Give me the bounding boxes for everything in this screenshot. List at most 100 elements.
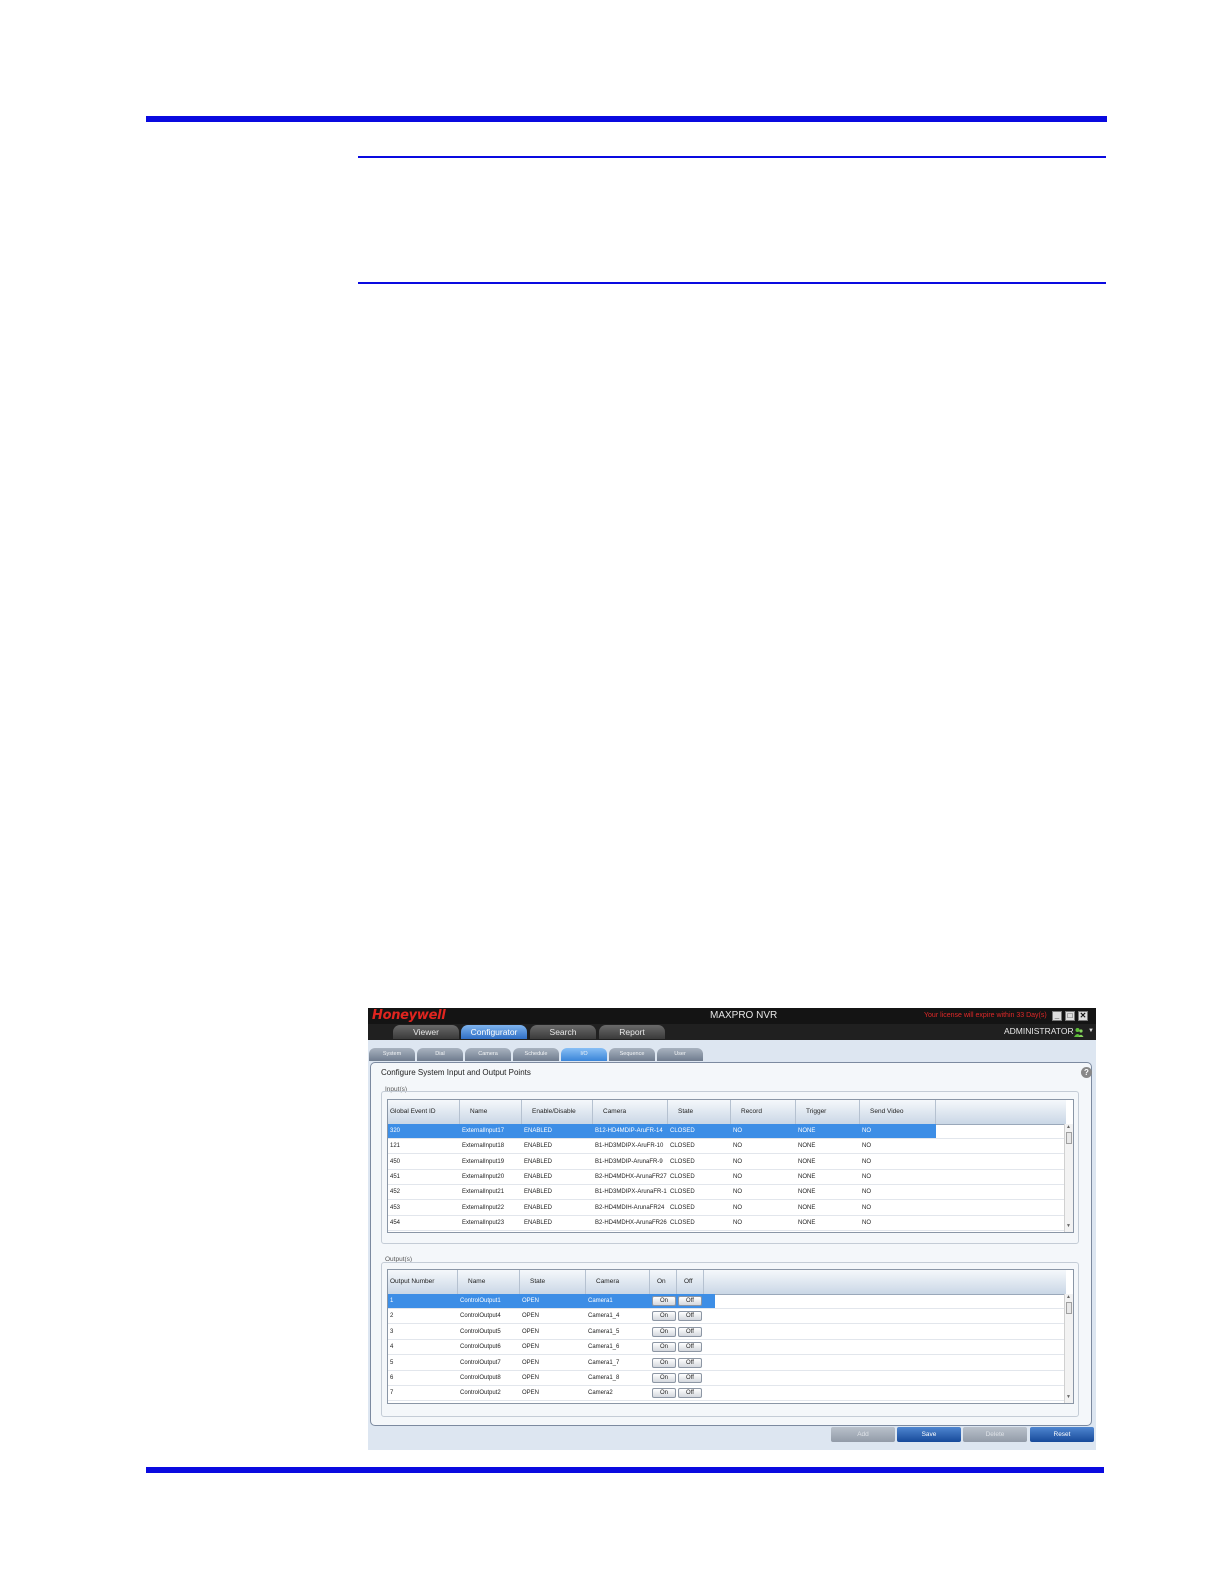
table-cell: B2-HD4MDHX-ArunaFR27 xyxy=(595,1173,667,1180)
table-row[interactable]: 452 ExternalInput21 ENABLED B1-HD3MDIPX-Aru… xyxy=(388,1185,1066,1201)
honeywell-logo: Honeywell xyxy=(372,1008,446,1023)
table-row[interactable]: 450 ExternalInput19 ENABLED B1-HD3MDIP-Arun… xyxy=(388,1155,1066,1170)
off-button[interactable]: Off xyxy=(678,1326,702,1337)
subtab-schedule[interactable]: Schedule xyxy=(513,1048,559,1061)
on-button[interactable]: On xyxy=(652,1342,676,1353)
inputs-col-header[interactable]: Send Video xyxy=(860,1100,936,1124)
table-cell: B1-HD3MDIP-ArunaFR-9 xyxy=(595,1158,663,1165)
table-row[interactable]: 451 ExternalInput20 ENABLED B2-HD4MDHX-Arun… xyxy=(388,1170,1066,1185)
table-cell: NO xyxy=(862,1173,871,1180)
table-row[interactable]: 320 ExternalInput17 ENABLED B12-HD4MDIP-Aru… xyxy=(388,1124,1066,1139)
subtab-io[interactable]: I/O xyxy=(561,1048,607,1061)
outputs-col-header[interactable]: Camera xyxy=(586,1270,650,1294)
table-cell: ControlOutput7 xyxy=(460,1359,501,1366)
table-cell: 2 xyxy=(390,1313,394,1320)
table-row[interactable]: 121 ExternalInput18 ENABLED B1-HD3MDIPX-Aru… xyxy=(388,1139,1066,1155)
on-button[interactable]: On xyxy=(652,1311,676,1322)
table-cell: ControlOutput6 xyxy=(460,1344,501,1351)
save-button[interactable]: Save xyxy=(897,1427,961,1442)
scroll-up-icon[interactable]: ▲ xyxy=(1066,1294,1071,1300)
chevron-down-icon[interactable]: ▼ xyxy=(1088,1028,1094,1034)
table-cell: 3 xyxy=(390,1328,394,1335)
table-cell: NO xyxy=(862,1158,871,1165)
scroll-down-icon[interactable]: ▼ xyxy=(1066,1394,1071,1400)
outputs-scrollbar[interactable]: ▲ ▼ xyxy=(1064,1294,1073,1403)
table-cell: NONE xyxy=(798,1189,816,1196)
table-row[interactable]: 4 ControlOutput6 OPEN Camera1_6 On Off xyxy=(388,1340,1066,1356)
off-button[interactable]: Off xyxy=(678,1388,702,1399)
outputs-col-header[interactable]: Name xyxy=(458,1270,520,1294)
table-cell: 452 xyxy=(390,1189,401,1196)
subtab-system[interactable]: System xyxy=(369,1048,415,1061)
table-cell: NONE xyxy=(798,1173,816,1180)
reset-button[interactable]: Reset xyxy=(1030,1427,1094,1442)
close-icon[interactable]: ✕ xyxy=(1078,1011,1088,1021)
outputs-col-header[interactable]: Off xyxy=(677,1270,704,1294)
outputs-col-header[interactable]: Output Number xyxy=(388,1270,458,1294)
scroll-up-icon[interactable]: ▲ xyxy=(1066,1124,1071,1130)
on-button[interactable]: On xyxy=(652,1326,676,1337)
table-cell: ENABLED xyxy=(524,1173,553,1180)
table-cell: ControlOutput8 xyxy=(460,1375,501,1381)
table-cell: CLOSED xyxy=(670,1158,695,1165)
tab-configurator[interactable]: Configurator xyxy=(461,1025,527,1039)
table-row[interactable]: 2 ControlOutput4 OPEN Camera1_4 On Off xyxy=(388,1309,1066,1325)
table-cell: NO xyxy=(733,1219,742,1226)
minimize-icon[interactable]: _ xyxy=(1052,1011,1062,1021)
table-cell: NONE xyxy=(798,1143,816,1150)
subtab-camera[interactable]: Camera xyxy=(465,1048,511,1061)
on-button[interactable]: On xyxy=(652,1373,676,1383)
table-cell: Camera1 xyxy=(588,1298,613,1304)
table-row[interactable]: 6 ControlOutput8 OPEN Camera1_8 On Off xyxy=(388,1371,1066,1386)
table-row[interactable]: 3 ControlOutput5 OPEN Camera1_5 On Off xyxy=(388,1325,1066,1340)
table-row[interactable]: 454 ExternalInput23 ENABLED B2-HD4MDHX-Arun… xyxy=(388,1216,1066,1231)
footer-rule-thick xyxy=(146,1467,1104,1473)
maximize-icon[interactable]: □ xyxy=(1065,1011,1075,1021)
table-cell: ExternalInput18 xyxy=(462,1143,505,1150)
inputs-col-header[interactable]: Record xyxy=(731,1100,796,1124)
inputs-col-header[interactable]: Trigger xyxy=(796,1100,860,1124)
table-cell: NO xyxy=(862,1143,871,1150)
inputs-col-header[interactable]: Enable/Disable xyxy=(522,1100,593,1124)
help-icon[interactable]: ? xyxy=(1081,1067,1092,1078)
tab-report[interactable]: Report xyxy=(599,1025,665,1039)
scroll-down-icon[interactable]: ▼ xyxy=(1066,1223,1071,1229)
off-button[interactable]: Off xyxy=(678,1311,702,1322)
tab-viewer[interactable]: Viewer xyxy=(393,1025,459,1039)
off-button[interactable]: Off xyxy=(678,1373,702,1383)
off-button[interactable]: Off xyxy=(678,1296,702,1306)
table-cell: OPEN xyxy=(522,1359,540,1366)
inputs-col-header[interactable]: Name xyxy=(460,1100,522,1124)
table-cell: NONE xyxy=(798,1128,816,1134)
on-button[interactable]: On xyxy=(652,1388,676,1399)
table-cell: 320 xyxy=(390,1128,401,1134)
table-cell: B1-HD3MDIPX-ArunaFR-1 xyxy=(595,1189,667,1196)
subtab-user[interactable]: User xyxy=(657,1048,703,1061)
scroll-thumb[interactable] xyxy=(1066,1302,1072,1314)
outputs-col-header[interactable]: State xyxy=(520,1270,586,1294)
inputs-col-header[interactable]: State xyxy=(668,1100,731,1124)
table-row[interactable]: 1 ControlOutput1 OPEN Camera1 On Off xyxy=(388,1294,1066,1309)
on-button[interactable]: On xyxy=(652,1357,676,1368)
subtab-sequence[interactable]: Sequence xyxy=(609,1048,655,1061)
table-cell: NO xyxy=(862,1204,871,1211)
table-row[interactable]: 5 ControlOutput7 OPEN Camera1_7 On Off xyxy=(388,1356,1066,1371)
off-button[interactable]: Off xyxy=(678,1357,702,1368)
on-button[interactable]: On xyxy=(652,1296,676,1306)
outputs-col-header[interactable]: On xyxy=(650,1270,677,1294)
app-title: MAXPRO NVR xyxy=(710,1010,778,1021)
tab-search[interactable]: Search xyxy=(530,1025,596,1039)
inputs-col-header[interactable]: Global Event ID xyxy=(388,1100,460,1124)
table-cell: NO xyxy=(862,1189,871,1196)
user-icon[interactable] xyxy=(1074,1027,1084,1037)
table-row[interactable]: 453 ExternalInput22 ENABLED B2-HD4MDIH-Arun… xyxy=(388,1201,1066,1216)
note-rule-bottom xyxy=(358,282,1106,284)
inputs-col-header[interactable]: Camera xyxy=(593,1100,668,1124)
scroll-thumb[interactable] xyxy=(1066,1132,1072,1144)
inputs-table: Global Event ID Name Enable/Disable Camera S… xyxy=(387,1099,1074,1233)
app-screenshot: Honeywell MAXPRO NVR Your license will e… xyxy=(368,1008,1096,1450)
off-button[interactable]: Off xyxy=(678,1342,702,1353)
inputs-scrollbar[interactable]: ▲ ▼ xyxy=(1064,1124,1073,1232)
table-row[interactable]: 7 ControlOutput2 OPEN Camera2 On Off xyxy=(388,1386,1066,1402)
subtab-dial[interactable]: Dial xyxy=(417,1048,463,1061)
